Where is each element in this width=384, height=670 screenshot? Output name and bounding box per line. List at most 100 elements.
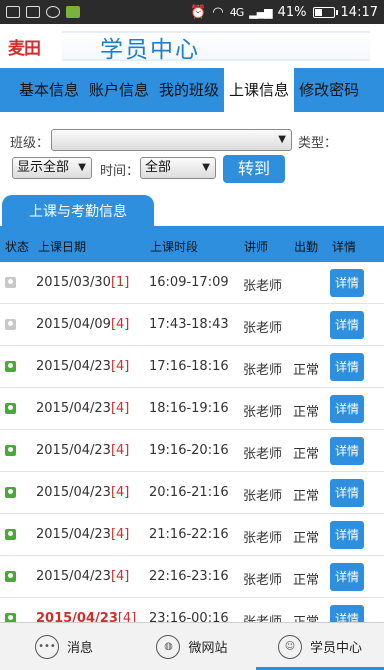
chevron-down-icon: ▼ — [202, 162, 210, 173]
col-time: 上课时段 — [150, 240, 199, 254]
globe-icon: ◍ — [156, 634, 181, 659]
tab-account-info[interactable]: 账户信息 — [84, 68, 154, 112]
nav-student-center[interactable]: ☺ 学员中心 — [256, 623, 384, 670]
user-icon: ☺ — [277, 634, 302, 659]
teacher: 张老师 — [243, 321, 283, 336]
detail-button[interactable]: 详情 — [330, 437, 364, 465]
class-time: 22:16-23:16 — [149, 569, 229, 584]
teacher: 张老师 — [243, 363, 283, 378]
teacher: 张老师 — [243, 573, 283, 588]
col-attendance: 出勤 — [294, 240, 319, 254]
col-teacher: 讲师 — [244, 240, 269, 254]
detail-button[interactable]: 详情 — [330, 353, 364, 381]
attendance: 正常 — [293, 363, 320, 378]
class-date: 2015/04/23 — [36, 485, 111, 500]
teacher: 张老师 — [243, 611, 282, 622]
lesson-count: [4] — [110, 359, 130, 374]
class-label: 班级： — [10, 136, 50, 151]
class-date: 2015/04/09 — [36, 317, 111, 332]
table-row: 2015/04/23[4] 21:16-22:16 张老师 正常 详情 — [0, 514, 384, 556]
gallery-icon — [6, 6, 20, 18]
filter-panel: 班级： ▼ 类型： 显示全部 ▼ 时间： 全部 ▼ 转到 — [0, 124, 384, 188]
status-icon — [5, 487, 16, 498]
class-time: 21:16-22:16 — [149, 527, 229, 542]
keyboard-icon — [26, 6, 40, 18]
show-select[interactable]: 显示全部 ▼ — [12, 157, 92, 179]
signal-icon: ▂▄▆ — [249, 5, 272, 19]
class-date: 2015/04/23 — [36, 443, 111, 458]
nav-message[interactable]: ••• 消息 — [0, 623, 128, 670]
attendance: 正常 — [293, 405, 320, 420]
class-date: 2015/04/23 — [36, 527, 111, 542]
battery-icon — [312, 6, 338, 18]
detail-button[interactable]: 详情 — [330, 395, 364, 423]
tab-change-password[interactable]: 修改密码 — [294, 68, 364, 112]
nav-microsite[interactable]: ◍ 微网站 — [128, 623, 256, 670]
tab-my-class[interactable]: 我的班级 — [154, 68, 224, 112]
table-body: 2015/03/30[1] 16:09-17:09 张老师 详情 2015/04/09[… — [0, 262, 384, 622]
detail-button[interactable]: 详情 — [330, 311, 364, 339]
alarm-icon: ⏰ — [190, 4, 207, 20]
wifi-icon: ◠ — [212, 4, 224, 20]
detail-button[interactable]: 详情 — [330, 563, 364, 591]
attendance: 正常 — [293, 611, 319, 622]
nav-student-center-label: 学员中心 — [309, 641, 362, 656]
status-icon — [5, 613, 16, 622]
lesson-count: [4] — [110, 443, 130, 458]
battery-percent: 41% — [277, 4, 307, 20]
col-date: 上课日期 — [38, 240, 87, 254]
message-icon: ••• — [34, 634, 59, 659]
table-row: 2015/04/23[4] 18:16-19:16 张老师 正常 详情 — [0, 388, 384, 430]
table-row: 2015/04/09[4] 17:43-18:43 张老师 详情 — [0, 304, 384, 346]
table-row: 2015/04/23[4] 23:16-00:16 张老师正常详情 — [0, 598, 384, 622]
time-label: 时间： — [100, 164, 140, 179]
nav-message-label: 消息 — [66, 641, 93, 656]
detail-button[interactable]: 详情 — [330, 605, 364, 622]
lesson-count: [1] — [110, 275, 130, 290]
status-icon — [5, 445, 16, 456]
section-tabs: 上课与考勤信息 — [0, 194, 384, 229]
table-row: 2015/04/23[4] 17:16-18:16 张老师 正常 详情 — [0, 346, 384, 388]
status-icon — [5, 403, 16, 414]
type-label: 类型： — [298, 136, 338, 151]
network-label: 4G — [229, 5, 244, 19]
class-time: 18:16-19:16 — [149, 401, 229, 416]
lesson-count: [4] — [110, 569, 130, 584]
class-time: 19:16-20:16 — [149, 443, 229, 458]
table-row: 2015/04/23[4] 20:16-21:16 张老师 正常 详情 — [0, 472, 384, 514]
lesson-count: [4] — [110, 401, 130, 416]
lesson-count: [4] — [110, 485, 130, 500]
class-time: 17:16-18:16 — [149, 359, 229, 374]
teacher: 张老师 — [243, 531, 283, 546]
goto-button[interactable]: 转到 — [223, 155, 285, 183]
tab-basic-info[interactable]: 基本信息 — [14, 68, 84, 112]
table-header: 状态 上课日期 上课时段 讲师 出勤 详情 — [0, 228, 384, 262]
class-select[interactable]: ▼ — [51, 129, 292, 151]
col-status: 状态 — [5, 240, 30, 254]
lesson-count: [4] — [117, 611, 137, 622]
nav-microsite-label: 微网站 — [188, 641, 228, 656]
status-icon — [5, 529, 16, 540]
class-date: 2015/04/23 — [36, 359, 111, 374]
tab-class-info[interactable]: 上课信息 — [224, 68, 295, 112]
attendance: 正常 — [293, 531, 320, 546]
col-detail: 详情 — [332, 240, 357, 254]
clock: 14:17 — [340, 4, 378, 20]
class-time: 16:09-17:09 — [149, 275, 229, 290]
main-tabs: 基本信息 账户信息 我的班级 上课信息 修改密码 — [0, 68, 384, 112]
tab-attendance[interactable]: 上课与考勤信息 — [2, 195, 154, 229]
table-row: 2015/03/30[1] 16:09-17:09 张老师 详情 — [0, 262, 384, 304]
status-bar: ⏰ ◠ 4G ▂▄▆ 41% 14:17 — [0, 0, 384, 24]
status-icon — [5, 361, 16, 372]
detail-button[interactable]: 详情 — [330, 269, 364, 297]
teacher: 张老师 — [243, 405, 283, 420]
detail-button[interactable]: 详情 — [330, 521, 364, 549]
class-date: 2015/04/23 — [36, 401, 111, 416]
detail-button[interactable]: 详情 — [330, 479, 364, 507]
class-date: 2015/04/23 — [36, 569, 111, 584]
lesson-count: [4] — [110, 317, 130, 332]
class-time: 20:16-21:16 — [149, 485, 229, 500]
time-select[interactable]: 全部 ▼ — [140, 157, 216, 179]
app-notification-icon — [66, 6, 80, 18]
lesson-count: [4] — [110, 527, 130, 542]
